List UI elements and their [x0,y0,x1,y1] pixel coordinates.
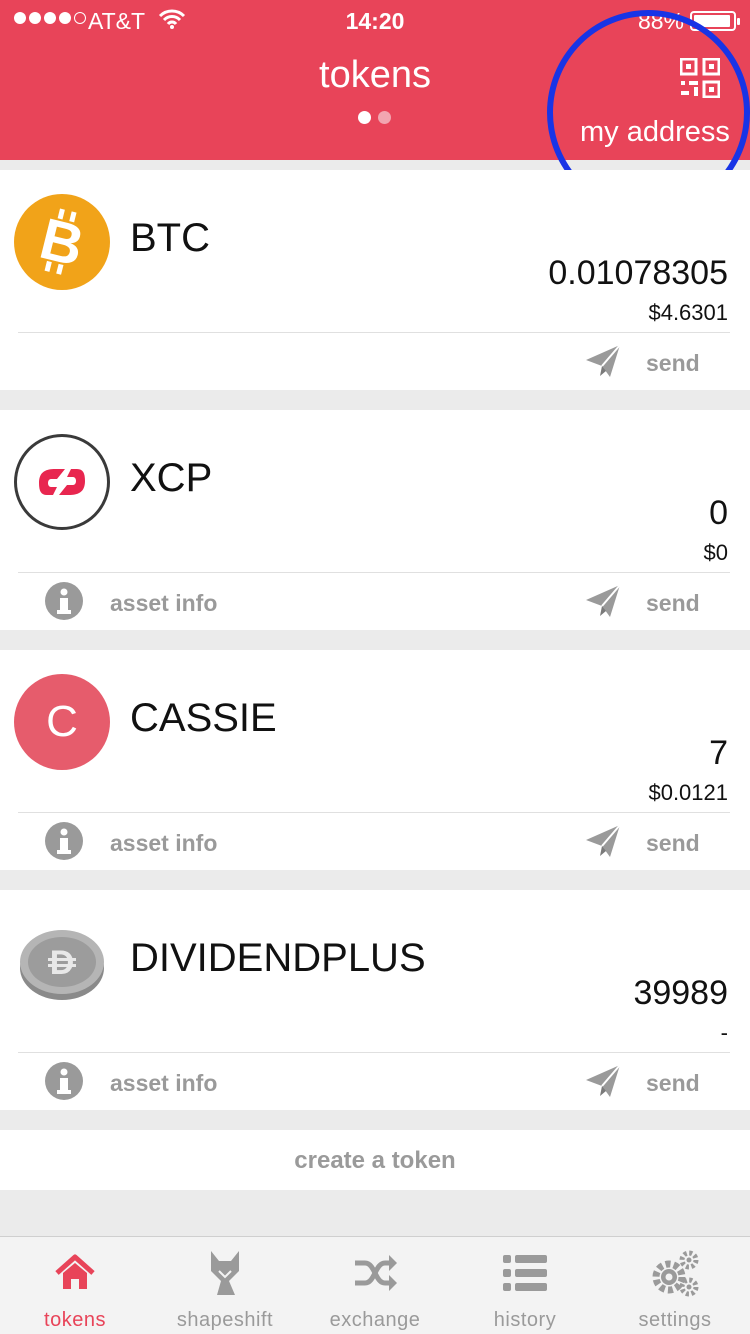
token-symbol: DIVIDENDPLUS [130,936,426,980]
paper-plane-icon [584,343,622,383]
divider [18,1052,730,1053]
tab-label: shapeshift [176,1309,274,1331]
token-card-btc[interactable]: B BTC 0.01078305 $4.6301 send [0,170,750,390]
asset-info-label: asset info [110,1069,218,1096]
asset-info-label: asset info [110,589,218,616]
gears-icon [651,1249,699,1297]
divider [18,332,730,333]
tab-bar: tokens shapeshift exchange history setti… [0,1236,750,1334]
token-symbol: BTC [130,216,210,260]
counterparty-icon [14,434,110,530]
token-card-cassie[interactable]: C CASSIE 7 $0.0121 asset info send [0,650,750,870]
page-indicator[interactable] [358,111,391,124]
info-icon [44,581,84,626]
send-label: send [646,349,700,376]
token-balance: 39989 [633,974,728,1012]
divider [18,572,730,573]
page-dot-active[interactable] [358,111,371,124]
token-symbol: XCP [130,456,213,500]
divider [18,812,730,813]
paper-plane-icon [584,1063,622,1103]
token-fiat-value: $0 [703,540,728,565]
send-button[interactable]: send [584,582,700,624]
asset-info-label: asset info [110,829,218,856]
paper-plane-icon [584,823,622,863]
token-symbol: CASSIE [130,696,277,740]
svg-text:D: D [50,944,75,982]
tab-exchange[interactable]: exchange [300,1237,450,1334]
create-token-button[interactable]: create a token [0,1130,750,1190]
fox-icon [201,1249,249,1297]
token-fiat-value: - [720,1020,728,1045]
home-icon [51,1249,99,1297]
info-icon [44,1061,84,1106]
asset-info-button[interactable]: asset info [44,581,218,626]
tab-label: history [493,1309,557,1331]
tab-label: settings [638,1309,712,1331]
page-dot[interactable] [378,111,391,124]
token-letter-avatar: C [14,674,110,770]
tab-shapeshift[interactable]: shapeshift [150,1237,300,1334]
send-button[interactable]: send [584,342,700,384]
send-button[interactable]: send [584,822,700,864]
create-token-label: create a token [294,1147,456,1174]
token-balance: 0 [709,494,728,532]
token-balance: 0.01078305 [548,254,728,292]
tab-label: tokens [44,1309,106,1331]
send-button[interactable]: send [584,1062,700,1104]
list-icon [501,1249,549,1297]
asset-info-button[interactable]: asset info [44,1061,218,1106]
token-fiat-value: $0.0121 [648,780,728,805]
tab-history[interactable]: history [450,1237,600,1334]
tab-settings[interactable]: settings [600,1237,750,1334]
send-label: send [646,589,700,616]
send-label: send [646,829,700,856]
send-label: send [646,1069,700,1096]
asset-info-button[interactable]: asset info [44,821,218,866]
info-icon [44,821,84,866]
paper-plane-icon [584,583,622,623]
token-card-xcp[interactable]: XCP 0 $0 asset info send [0,410,750,630]
bitcoin-icon: B [14,194,110,290]
tab-label: exchange [329,1309,421,1331]
dividendplus-coin-icon: D [14,914,110,1010]
shuffle-icon [351,1249,399,1297]
tab-tokens[interactable]: tokens [0,1237,150,1334]
token-fiat-value: $4.6301 [648,300,728,325]
token-card-dividendplus[interactable]: D DIVIDENDPLUS 39989 - asset info send [0,890,750,1110]
token-balance: 7 [709,734,728,772]
